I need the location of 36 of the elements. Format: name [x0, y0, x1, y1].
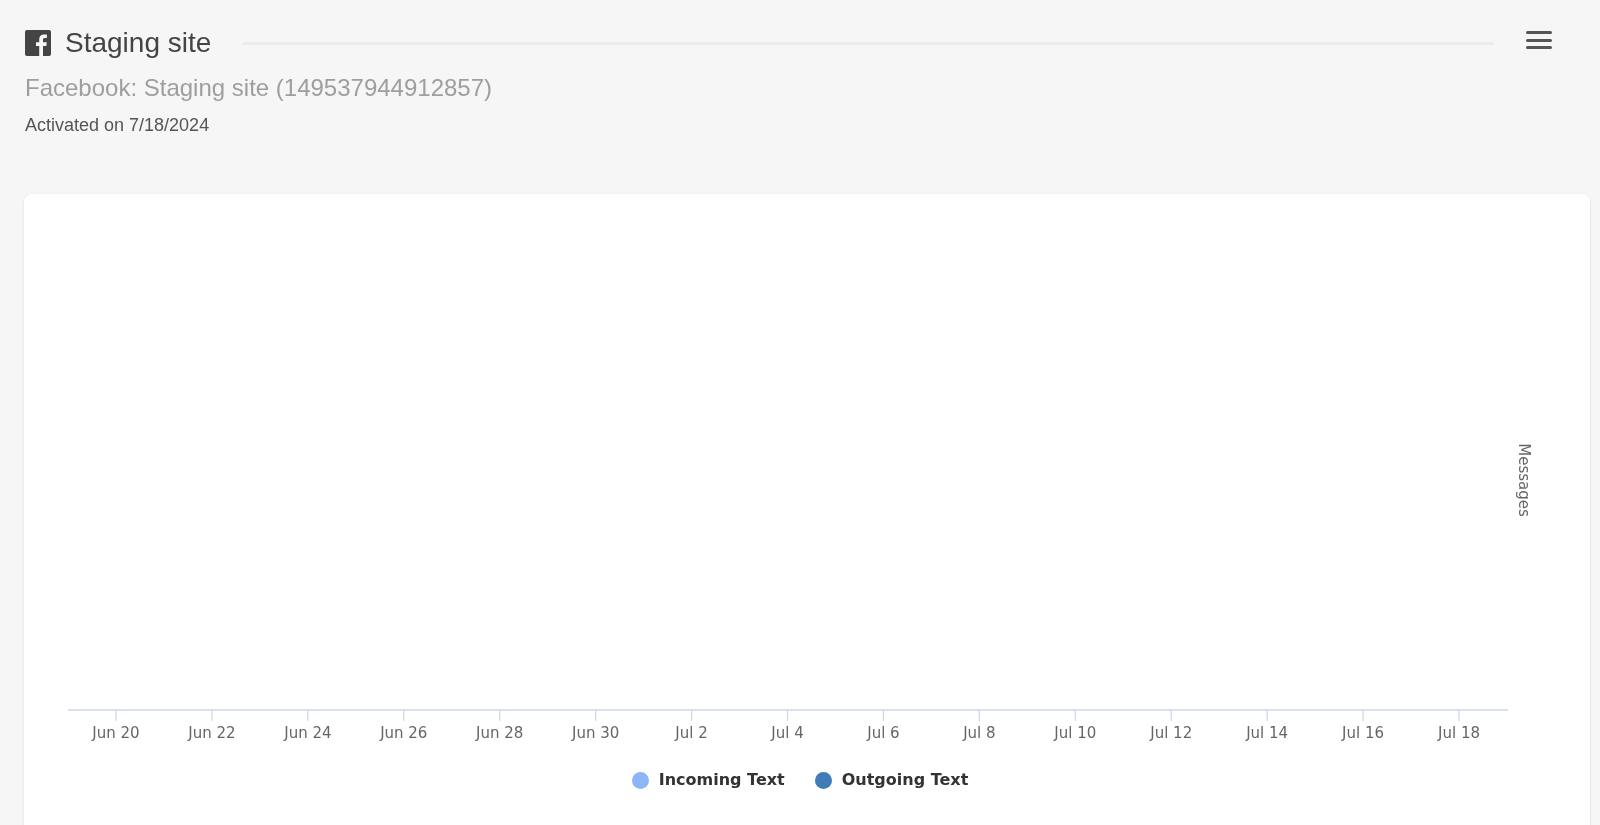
- activation-date: Activated on 7/18/2024: [25, 114, 210, 137]
- x-axis-label: Jul 2: [675, 724, 708, 742]
- legend-label[interactable]: Outgoing Text: [841, 768, 969, 792]
- x-axis-tick: [882, 709, 885, 722]
- x-axis-tick: [1074, 709, 1076, 722]
- x-axis-label: Jun 22: [188, 724, 236, 742]
- x-axis-label: Jul 8: [963, 724, 996, 742]
- x-axis-label: Jun 28: [476, 724, 524, 742]
- legend-label[interactable]: Incoming Text: [658, 768, 785, 792]
- page-title: Staging site: [65, 26, 212, 60]
- x-axis-label: Jul 14: [1246, 724, 1289, 742]
- x-axis-label: Jul 6: [867, 724, 900, 742]
- x-axis-label: Jul 18: [1438, 724, 1480, 742]
- x-axis-tick: [403, 709, 405, 722]
- x-axis-tick: [1266, 709, 1268, 722]
- x-axis-tick: [1362, 709, 1364, 722]
- x-axis-label: Jun 20: [92, 724, 140, 742]
- menu-button[interactable]: [1526, 29, 1552, 51]
- x-axis-label: Jul 4: [771, 724, 804, 742]
- page-subtitle: Facebook: Staging site (149537944912857): [25, 73, 492, 103]
- x-axis-tick: [595, 709, 597, 722]
- x-axis-label: Jun 24: [284, 724, 332, 742]
- x-axis-tick: [211, 709, 213, 722]
- x-axis-tick: [1170, 709, 1172, 722]
- x-axis-tick: [786, 709, 789, 722]
- x-axis-tick: [690, 709, 693, 722]
- x-axis-tick: [978, 709, 980, 722]
- x-axis-tick: [499, 709, 501, 722]
- facebook-icon: [25, 30, 51, 56]
- x-axis-label: Jul 12: [1150, 724, 1193, 742]
- x-axis-label: Jun 30: [572, 724, 620, 742]
- x-axis-label: Jun 26: [380, 724, 428, 742]
- x-axis-label: Jul 16: [1342, 724, 1385, 742]
- y-axis-title: Messages: [1515, 443, 1533, 517]
- x-axis-tick: [307, 709, 309, 722]
- x-axis-label: Jul 10: [1054, 724, 1097, 742]
